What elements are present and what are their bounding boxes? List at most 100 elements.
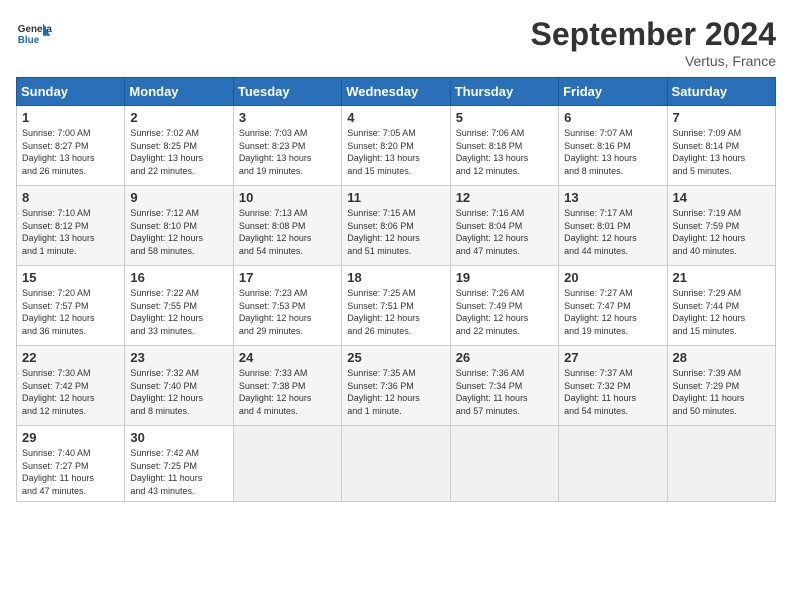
day-number: 15 [22, 270, 119, 285]
day-number: 22 [22, 350, 119, 365]
calendar-cell: 15 Sunrise: 7:20 AM Sunset: 7:57 PM Dayli… [17, 266, 125, 346]
calendar-cell: 11 Sunrise: 7:15 AM Sunset: 8:06 PM Dayli… [342, 186, 450, 266]
day-info: Sunrise: 7:16 AM Sunset: 8:04 PM Dayligh… [456, 207, 553, 257]
day-header-monday: Monday [125, 78, 233, 106]
day-info: Sunrise: 7:06 AM Sunset: 8:18 PM Dayligh… [456, 127, 553, 177]
day-number: 16 [130, 270, 227, 285]
day-info: Sunrise: 7:00 AM Sunset: 8:27 PM Dayligh… [22, 127, 119, 177]
calendar-cell: 27 Sunrise: 7:37 AM Sunset: 7:32 PM Dayli… [559, 346, 667, 426]
day-header-wednesday: Wednesday [342, 78, 450, 106]
calendar-table: SundayMondayTuesdayWednesdayThursdayFrid… [16, 77, 776, 502]
title-area: September 2024 Vertus, France [531, 16, 776, 69]
day-info: Sunrise: 7:27 AM Sunset: 7:47 PM Dayligh… [564, 287, 661, 337]
day-header-tuesday: Tuesday [233, 78, 341, 106]
calendar-cell [667, 426, 775, 502]
day-number: 8 [22, 190, 119, 205]
day-number: 25 [347, 350, 444, 365]
day-info: Sunrise: 7:17 AM Sunset: 8:01 PM Dayligh… [564, 207, 661, 257]
day-info: Sunrise: 7:23 AM Sunset: 7:53 PM Dayligh… [239, 287, 336, 337]
calendar-cell: 10 Sunrise: 7:13 AM Sunset: 8:08 PM Dayli… [233, 186, 341, 266]
location-title: Vertus, France [531, 53, 776, 69]
day-header-thursday: Thursday [450, 78, 558, 106]
calendar-cell: 12 Sunrise: 7:16 AM Sunset: 8:04 PM Dayli… [450, 186, 558, 266]
calendar-cell: 29 Sunrise: 7:40 AM Sunset: 7:27 PM Dayli… [17, 426, 125, 502]
day-info: Sunrise: 7:03 AM Sunset: 8:23 PM Dayligh… [239, 127, 336, 177]
week-row-3: 15 Sunrise: 7:20 AM Sunset: 7:57 PM Dayli… [17, 266, 776, 346]
day-number: 19 [456, 270, 553, 285]
calendar-cell: 8 Sunrise: 7:10 AM Sunset: 8:12 PM Daylig… [17, 186, 125, 266]
calendar-cell: 20Sunrise: 7:27 AM Sunset: 7:47 PM Dayli… [559, 266, 667, 346]
day-number: 7 [673, 110, 770, 125]
calendar-cell: 14 Sunrise: 7:19 AM Sunset: 7:59 PM Dayli… [667, 186, 775, 266]
day-number: 27 [564, 350, 661, 365]
day-number: 29 [22, 430, 119, 445]
day-number: 10 [239, 190, 336, 205]
calendar-cell: 28 Sunrise: 7:39 AM Sunset: 7:29 PM Dayli… [667, 346, 775, 426]
days-header-row: SundayMondayTuesdayWednesdayThursdayFrid… [17, 78, 776, 106]
calendar-cell: 9Sunrise: 7:12 AM Sunset: 8:10 PM Daylig… [125, 186, 233, 266]
day-header-friday: Friday [559, 78, 667, 106]
calendar-cell: 18 Sunrise: 7:25 AM Sunset: 7:51 PM Dayli… [342, 266, 450, 346]
day-info: Sunrise: 7:39 AM Sunset: 7:29 PM Dayligh… [673, 367, 770, 417]
day-info: Sunrise: 7:37 AM Sunset: 7:32 PM Dayligh… [564, 367, 661, 417]
calendar-cell: 1Sunrise: 7:00 AM Sunset: 8:27 PM Daylig… [17, 106, 125, 186]
logo-icon: General Blue [16, 16, 52, 52]
day-number: 3 [239, 110, 336, 125]
day-info: Sunrise: 7:09 AM Sunset: 8:14 PM Dayligh… [673, 127, 770, 177]
calendar-cell: 22 Sunrise: 7:30 AM Sunset: 7:42 PM Dayli… [17, 346, 125, 426]
day-number: 6 [564, 110, 661, 125]
day-info: Sunrise: 7:22 AM Sunset: 7:55 PM Dayligh… [130, 287, 227, 337]
day-number: 17 [239, 270, 336, 285]
day-info: Sunrise: 7:10 AM Sunset: 8:12 PM Dayligh… [22, 207, 119, 257]
calendar-cell [233, 426, 341, 502]
calendar-cell: 13 Sunrise: 7:17 AM Sunset: 8:01 PM Dayli… [559, 186, 667, 266]
calendar-cell: 23Sunrise: 7:32 AM Sunset: 7:40 PM Dayli… [125, 346, 233, 426]
week-row-1: 1Sunrise: 7:00 AM Sunset: 8:27 PM Daylig… [17, 106, 776, 186]
day-number: 11 [347, 190, 444, 205]
day-number: 30 [130, 430, 227, 445]
calendar-cell: 25Sunrise: 7:35 AM Sunset: 7:36 PM Dayli… [342, 346, 450, 426]
day-number: 14 [673, 190, 770, 205]
calendar-cell [342, 426, 450, 502]
day-number: 9 [130, 190, 227, 205]
week-row-2: 8 Sunrise: 7:10 AM Sunset: 8:12 PM Daylig… [17, 186, 776, 266]
day-info: Sunrise: 7:30 AM Sunset: 7:42 PM Dayligh… [22, 367, 119, 417]
day-info: Sunrise: 7:36 AM Sunset: 7:34 PM Dayligh… [456, 367, 553, 417]
day-info: Sunrise: 7:02 AM Sunset: 8:25 PM Dayligh… [130, 127, 227, 177]
day-info: Sunrise: 7:25 AM Sunset: 7:51 PM Dayligh… [347, 287, 444, 337]
logo: General Blue [16, 16, 52, 52]
day-number: 23 [130, 350, 227, 365]
calendar-cell: 17 Sunrise: 7:23 AM Sunset: 7:53 PM Dayli… [233, 266, 341, 346]
day-number: 18 [347, 270, 444, 285]
calendar-cell: 7 Sunrise: 7:09 AM Sunset: 8:14 PM Daylig… [667, 106, 775, 186]
day-number: 13 [564, 190, 661, 205]
day-info: Sunrise: 7:15 AM Sunset: 8:06 PM Dayligh… [347, 207, 444, 257]
calendar-cell: 24Sunrise: 7:33 AM Sunset: 7:38 PM Dayli… [233, 346, 341, 426]
day-info: Sunrise: 7:42 AM Sunset: 7:25 PM Dayligh… [130, 447, 227, 497]
week-row-5: 29 Sunrise: 7:40 AM Sunset: 7:27 PM Dayli… [17, 426, 776, 502]
calendar-cell: 26Sunrise: 7:36 AM Sunset: 7:34 PM Dayli… [450, 346, 558, 426]
calendar-cell [450, 426, 558, 502]
month-title: September 2024 [531, 16, 776, 53]
day-number: 24 [239, 350, 336, 365]
week-row-4: 22 Sunrise: 7:30 AM Sunset: 7:42 PM Dayli… [17, 346, 776, 426]
day-header-saturday: Saturday [667, 78, 775, 106]
calendar-cell: 6Sunrise: 7:07 AM Sunset: 8:16 PM Daylig… [559, 106, 667, 186]
day-number: 4 [347, 110, 444, 125]
day-number: 2 [130, 110, 227, 125]
calendar-cell: 21 Sunrise: 7:29 AM Sunset: 7:44 PM Dayli… [667, 266, 775, 346]
calendar-cell: 4Sunrise: 7:05 AM Sunset: 8:20 PM Daylig… [342, 106, 450, 186]
header: General Blue September 2024 Vertus, Fran… [16, 16, 776, 69]
day-info: Sunrise: 7:40 AM Sunset: 7:27 PM Dayligh… [22, 447, 119, 497]
day-info: Sunrise: 7:20 AM Sunset: 7:57 PM Dayligh… [22, 287, 119, 337]
day-number: 21 [673, 270, 770, 285]
day-number: 5 [456, 110, 553, 125]
calendar-cell: 30 Sunrise: 7:42 AM Sunset: 7:25 PM Dayli… [125, 426, 233, 502]
day-header-sunday: Sunday [17, 78, 125, 106]
day-info: Sunrise: 7:29 AM Sunset: 7:44 PM Dayligh… [673, 287, 770, 337]
day-info: Sunrise: 7:13 AM Sunset: 8:08 PM Dayligh… [239, 207, 336, 257]
calendar-cell: 2 Sunrise: 7:02 AM Sunset: 8:25 PM Daylig… [125, 106, 233, 186]
day-info: Sunrise: 7:19 AM Sunset: 7:59 PM Dayligh… [673, 207, 770, 257]
day-number: 12 [456, 190, 553, 205]
day-number: 28 [673, 350, 770, 365]
